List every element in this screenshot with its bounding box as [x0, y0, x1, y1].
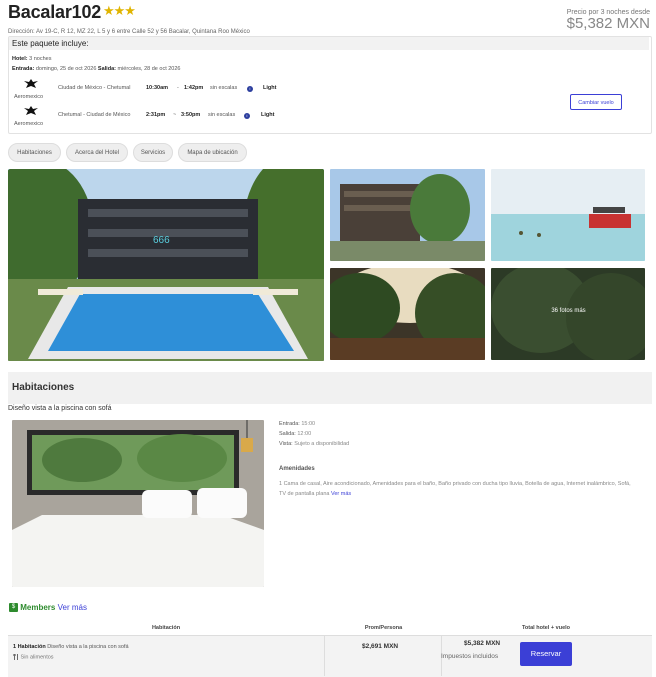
- column-divider: [324, 635, 325, 676]
- flight-stops: sin escalas: [210, 85, 238, 91]
- hotel-main-photo[interactable]: 666: [8, 169, 324, 361]
- aeromexico-eagle-icon: [24, 79, 38, 88]
- hotel-name: Bacalar102: [8, 2, 102, 22]
- info-icon[interactable]: i: [247, 86, 253, 92]
- room-description: Diseño vista a la piscina con sofá: [47, 644, 129, 650]
- room-view: Vista: Sujeto a disponibilidad: [279, 441, 349, 447]
- airline-name: Aeromexico: [14, 94, 44, 100]
- row-meal: Sin alimentos: [13, 654, 54, 660]
- fare-type: Light: [263, 85, 277, 91]
- fare-type: Light: [261, 112, 275, 118]
- hotel-address: Dirección: Av 19-C, R 12, MZ 22, L 5 y 6…: [8, 29, 250, 35]
- room-view-label: Vista:: [279, 441, 293, 447]
- members-badge-icon: $: [9, 603, 18, 613]
- change-flight-button[interactable]: Cambiar vuelo: [570, 94, 622, 110]
- room-checkout-label: Salida:: [279, 431, 296, 437]
- room-view-value: Sujeto a disponibilidad: [294, 441, 350, 447]
- flight-route: Chetumal - Ciudad de México: [58, 112, 131, 118]
- col-header-per-person: Prom/Persona: [364, 625, 403, 631]
- room-checkout-value: 12:00: [297, 431, 312, 437]
- tab-servicios[interactable]: Servicios: [133, 143, 173, 162]
- hotel-photo-lagoon[interactable]: [491, 169, 645, 261]
- airline-name: Aeromexico: [14, 121, 44, 127]
- package-heading: Este paquete incluye:: [9, 37, 649, 50]
- tab-habitaciones[interactable]: Habitaciones: [8, 143, 61, 162]
- time-separator: ~: [173, 112, 177, 118]
- room-checkin-value: 15:00: [301, 421, 316, 427]
- room-name: Diseño vista a la piscina con sofá: [8, 405, 112, 412]
- checkout-date: miércoles, 28 de oct 2026: [117, 66, 181, 72]
- room-checkin: Entrada: 15:00: [279, 421, 315, 427]
- hotel-nights: 3 noches: [29, 56, 52, 62]
- members-row: $ Members Ver más: [9, 603, 87, 613]
- depart-time: 10:30am: [146, 85, 169, 91]
- room-checkin-label: Entrada:: [279, 421, 300, 427]
- time-separator: -: [177, 85, 179, 91]
- star-rating: ★★★: [103, 3, 136, 18]
- total-price: $5,382 MXN: [464, 640, 501, 647]
- taxes-included-note: Impuestos incluidos: [441, 653, 499, 660]
- arrive-time: 1:42pm: [184, 85, 204, 91]
- amenities-title: Amenidades: [279, 466, 315, 472]
- price-per-person: $2,691 MXN: [362, 643, 399, 650]
- flight-route: Ciudad de México - Chetumal: [58, 85, 131, 91]
- cutlery-icon: [13, 654, 18, 660]
- arrive-time: 3:50pm: [181, 112, 201, 118]
- amenities-more-link[interactable]: Ver más: [331, 491, 351, 497]
- room-photo[interactable]: [12, 420, 264, 587]
- amenities-list: 1 Cama de casal, Aire acondicionado, Ame…: [279, 479, 634, 499]
- package-hotel-line: Hotel: 3 noches: [12, 56, 51, 62]
- svg-text:666: 666: [153, 235, 170, 246]
- aeromexico-eagle-icon: [24, 106, 38, 115]
- hotel-photo-more[interactable]: [491, 268, 645, 360]
- meal-plan: Sin alimentos: [20, 654, 54, 661]
- more-photos-label[interactable]: 36 fotos más: [492, 308, 645, 314]
- room-checkout: Salida: 12:00: [279, 431, 311, 437]
- depart-time: 2:31pm: [146, 112, 166, 118]
- price-value: $5,382 MXN: [566, 15, 650, 32]
- members-more-link[interactable]: Ver más: [58, 603, 87, 612]
- tab-mapa-de-ubicacion[interactable]: Mapa de ubicación: [178, 143, 247, 162]
- rooms-section-header: [8, 372, 652, 404]
- hotel-photo-jungle[interactable]: [330, 268, 485, 360]
- hotel-label: Hotel:: [12, 56, 28, 62]
- rooms-section-title: Habitaciones: [12, 382, 75, 393]
- col-header-room: Habitación: [151, 625, 181, 631]
- checkin-date: domingo, 25 de oct 2026: [35, 66, 97, 72]
- checkin-label: Entrada:: [12, 66, 35, 72]
- col-header-total: Total hotel + vuelo: [521, 625, 571, 631]
- row-room: 1 Habitación Diseño vista a la piscina c…: [13, 644, 129, 650]
- room-count: 1 Habitación: [13, 644, 46, 650]
- flight-stops: sin escalas: [208, 112, 236, 118]
- tab-acerca-del-hotel[interactable]: Acerca del Hotel: [66, 143, 128, 162]
- info-icon[interactable]: i: [244, 113, 250, 119]
- hotel-photo-building[interactable]: [330, 169, 485, 261]
- checkout-label: Salida:: [97, 66, 116, 72]
- members-label: Members: [20, 603, 56, 612]
- reserve-button[interactable]: Reservar: [520, 642, 572, 666]
- package-dates-line: Entrada: domingo, 25 de oct 2026 Salida:…: [12, 66, 180, 72]
